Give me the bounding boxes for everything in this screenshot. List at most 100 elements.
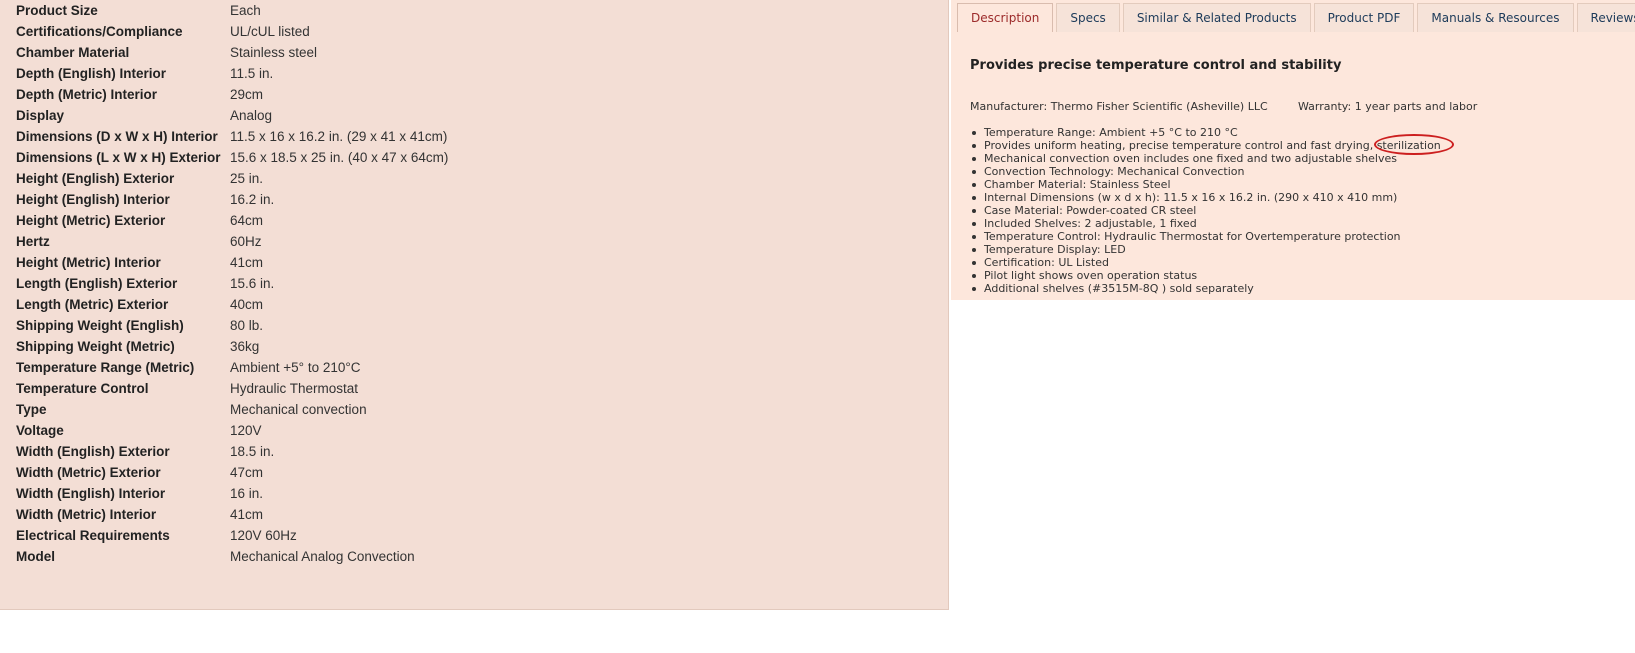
spec-name: Height (Metric) Exterior (16, 213, 166, 228)
spec-row: Shipping Weight (English) 80 lb. (0, 315, 940, 337)
spec-row: Height (Metric) Exterior 64cm (0, 210, 940, 232)
spec-name: Voltage (16, 423, 64, 438)
spec-row: Width (Metric) Exterior 47cm (0, 462, 940, 484)
spec-name: Width (English) Exterior (16, 444, 170, 459)
spec-value: 80 lb. (230, 318, 264, 333)
spec-row: Length (English) Exterior 15.6 in. (0, 273, 940, 295)
spec-name: Temperature Control (16, 381, 149, 396)
spec-row: Temperature Range (Metric) Ambient +5° to… (0, 357, 940, 379)
specs-panel: Product Size Each Certifications/Complianc… (0, 0, 949, 610)
feature-item: Temperature Display: LED (970, 243, 1441, 256)
spec-name: Length (English) Exterior (16, 276, 178, 291)
spec-row: Width (English) Exterior 18.5 in. (0, 441, 940, 463)
spec-row: Certifications/Compliance UL/cUL listed (0, 21, 940, 43)
spec-row: Depth (Metric) Interior 29cm (0, 84, 940, 106)
spec-name: Model (16, 549, 55, 564)
spec-name: Display (16, 108, 65, 123)
feature-item: Certification: UL Listed (970, 256, 1441, 269)
feature-item: Pilot light shows oven operation status (970, 269, 1441, 282)
spec-value: Analog (230, 108, 273, 123)
feature-item: Temperature Range: Ambient +5 °C to 210 … (970, 126, 1441, 139)
spec-row: Electrical Requirements 120V 60Hz (0, 525, 940, 547)
feature-list: Temperature Range: Ambient +5 °C to 210 … (970, 126, 1441, 295)
spec-row: Temperature Control Hydraulic Thermostat (0, 378, 940, 400)
spec-name: Length (Metric) Exterior (16, 297, 169, 312)
spec-value: 15.6 x 18.5 x 25 in. (40 x 47 x 64cm) (230, 150, 449, 165)
spec-row: Voltage 120V (0, 420, 940, 442)
spec-name: Shipping Weight (Metric) (16, 339, 175, 354)
spec-value: 120V (230, 423, 262, 438)
spec-name: Temperature Range (Metric) (16, 360, 195, 375)
spec-name: Height (English) Interior (16, 192, 170, 207)
spec-row: Height (English) Interior 16.2 in. (0, 189, 940, 211)
tab-description[interactable]: Description (957, 3, 1054, 32)
feature-item: Convection Technology: Mechanical Convec… (970, 165, 1441, 178)
spec-value: UL/cUL listed (230, 24, 310, 39)
feature-item: Provides uniform heating, precise temper… (970, 139, 1441, 152)
description-panel: Description Specs Similar & Related Produc… (951, 0, 1635, 300)
tab-similar-and-related-products[interactable]: Similar & Related Products (1122, 3, 1311, 32)
spec-value: Each (230, 3, 261, 18)
spec-value: 11.5 in. (230, 66, 274, 81)
feature-item: Temperature Control: Hydraulic Thermosta… (970, 230, 1441, 243)
description-heading: Provides precise temperature control and… (970, 58, 1342, 73)
spec-row: Height (Metric) Interior 41cm (0, 252, 940, 274)
spec-value: 41cm (230, 507, 264, 522)
spec-value: Stainless steel (230, 45, 318, 60)
warranty-text: Warranty: 1 year parts and labor (1298, 100, 1478, 113)
spec-value: 41cm (230, 255, 264, 270)
spec-name: Height (Metric) Interior (16, 255, 161, 270)
spec-row: Chamber Material Stainless steel (0, 42, 940, 64)
spec-value: 64cm (230, 213, 264, 228)
spec-name: Width (Metric) Exterior (16, 465, 161, 480)
spec-name: Shipping Weight (English) (16, 318, 184, 333)
spec-value: 36kg (230, 339, 260, 354)
manufacturer-text: Manufacturer: Thermo Fisher Scientific (… (970, 100, 1268, 113)
spec-value: 16.2 in. (230, 192, 275, 207)
spec-name: Dimensions (D x W x H) Interior (16, 129, 218, 144)
feature-item: Chamber Material: Stainless Steel (970, 178, 1441, 191)
spec-value: 18.5 in. (230, 444, 275, 459)
spec-name: Depth (Metric) Interior (16, 87, 158, 102)
spec-row: Height (English) Exterior 25 in. (0, 168, 940, 190)
tab-product-pdf[interactable]: Product PDF (1313, 3, 1415, 32)
spec-row: Product Size Each (0, 0, 940, 22)
spec-row: Dimensions (D x W x H) Interior 11.5 x 16… (0, 126, 940, 148)
spec-value: 25 in. (230, 171, 264, 186)
spec-name: Certifications/Compliance (16, 24, 183, 39)
spec-row: Shipping Weight (Metric) 36kg (0, 336, 940, 358)
spec-row: Depth (English) Interior 11.5 in. (0, 63, 940, 85)
spec-name: Electrical Requirements (16, 528, 170, 543)
spec-row: Width (Metric) Interior 41cm (0, 504, 940, 526)
spec-name: Height (English) Exterior (16, 171, 175, 186)
feature-item: Case Material: Powder-coated CR steel (970, 204, 1441, 217)
feature-item: Internal Dimensions (w x d x h): 11.5 x … (970, 191, 1441, 204)
spec-row: Width (English) Interior 16 in. (0, 483, 940, 505)
feature-item: Included Shelves: 2 adjustable, 1 fixed (970, 217, 1441, 230)
spec-name: Width (Metric) Interior (16, 507, 157, 522)
spec-value: 40cm (230, 297, 264, 312)
spec-name: Product Size (16, 3, 98, 18)
spec-row: Model Mechanical Analog Convection (0, 546, 940, 568)
feature-item: Mechanical convection oven includes one … (970, 152, 1441, 165)
spec-value: Mechanical Analog Convection (230, 549, 415, 564)
spec-name: Width (English) Interior (16, 486, 166, 501)
spec-value: 15.6 in. (230, 276, 275, 291)
spec-row: Length (Metric) Exterior 40cm (0, 294, 940, 316)
spec-row: Display Analog (0, 105, 940, 127)
spec-name: Dimensions (L x W x H) Exterior (16, 150, 221, 165)
spec-value: 60Hz (230, 234, 262, 249)
spec-row: Hertz 60Hz (0, 231, 940, 253)
spec-value: 120V 60Hz (230, 528, 297, 543)
tab-reviews[interactable]: Reviews (1576, 3, 1635, 32)
spec-value: 29cm (230, 87, 264, 102)
spec-value: Ambient +5° to 210°C (230, 360, 361, 375)
spec-row: Type Mechanical convection (0, 399, 940, 421)
feature-item: Additional shelves (#3515M-8Q ) sold sep… (970, 282, 1441, 295)
spec-name: Depth (English) Interior (16, 66, 166, 81)
tab-specs[interactable]: Specs (1056, 3, 1120, 32)
tab-manuals-and-resources[interactable]: Manuals & Resources (1417, 3, 1574, 32)
spec-row: Dimensions (L x W x H) Exterior 15.6 x 18… (0, 147, 940, 169)
spec-name: Hertz (16, 234, 50, 249)
spec-value: Mechanical convection (230, 402, 367, 417)
